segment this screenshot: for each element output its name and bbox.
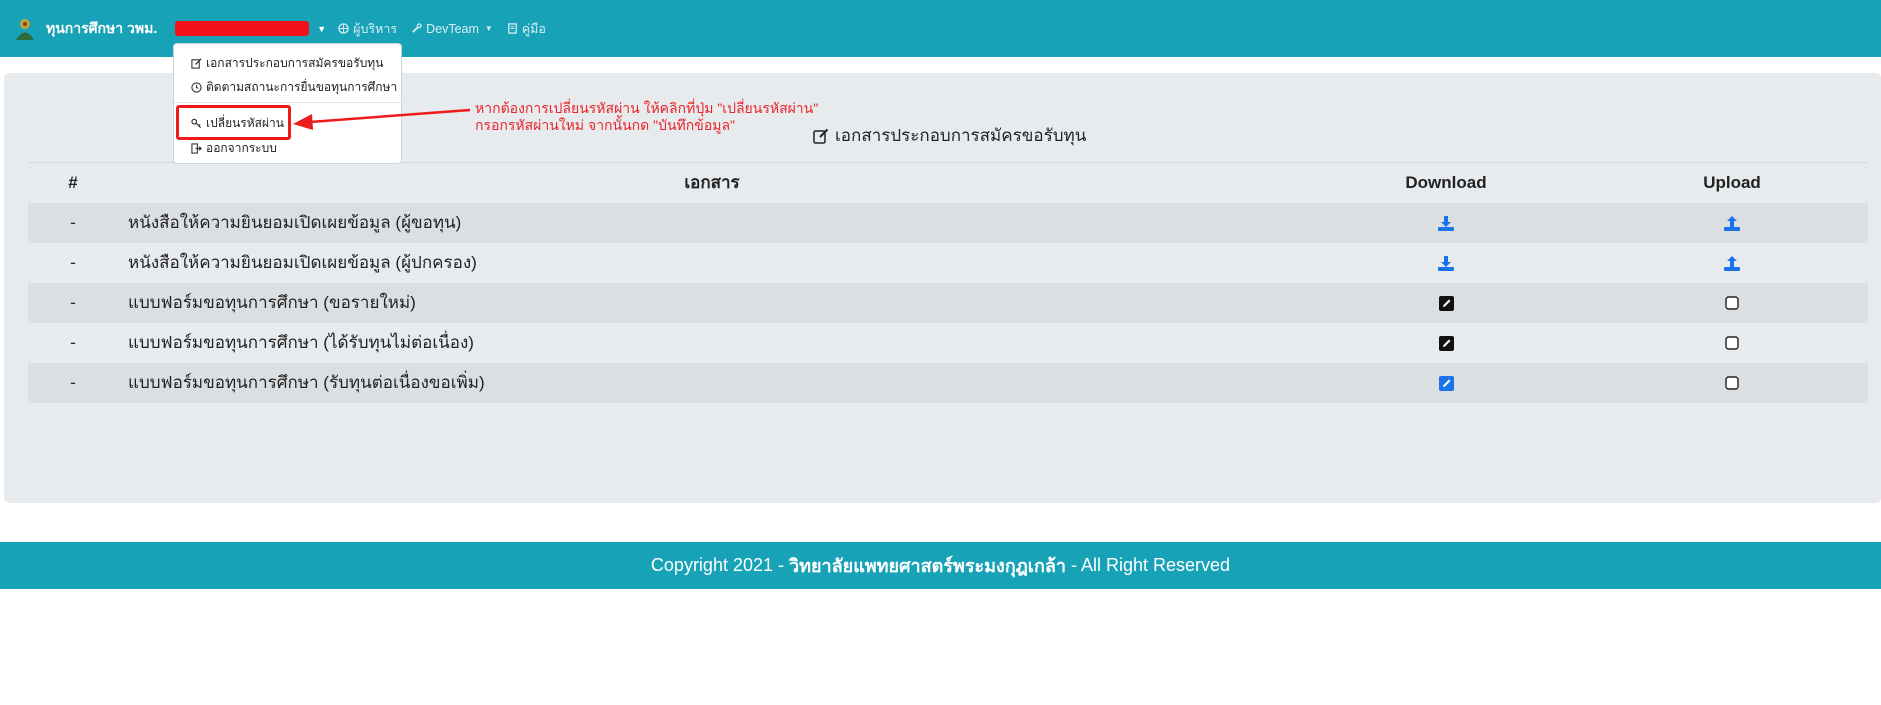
annotation-line-1: หากต้องการเปลี่ยนรหัสผ่าน ให้คลิกที่ปุ่ม… <box>475 100 819 116</box>
annotation-text: หากต้องการเปลี่ยนรหัสผ่าน ให้คลิกที่ปุ่ม… <box>475 100 818 134</box>
annotation-line-2: กรอกรหัสผ่านใหม่ จากนั้นกด "บันทึกข้อมูล… <box>475 117 736 133</box>
annotation-arrow-icon <box>293 108 471 130</box>
